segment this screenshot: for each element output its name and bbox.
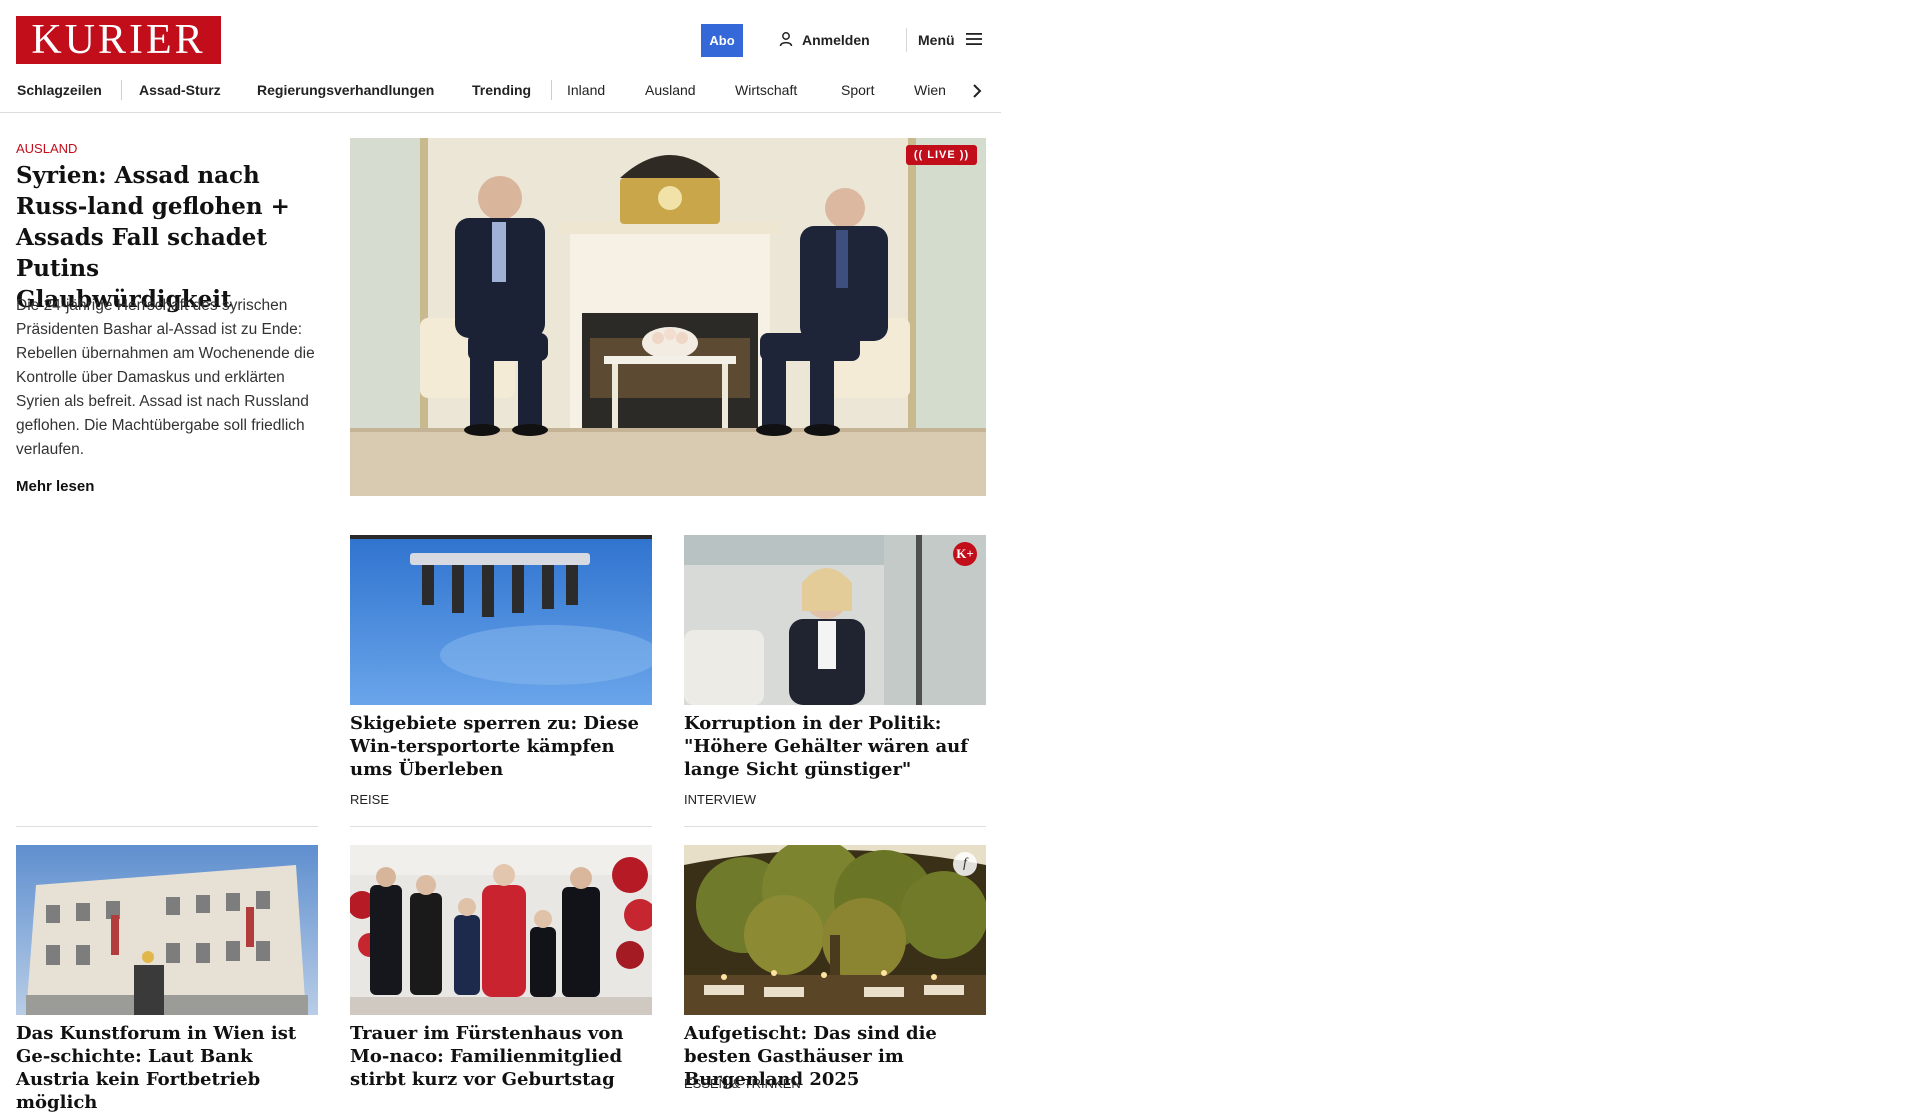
card-category-interview[interactable]: INTERVIEW: [684, 792, 756, 807]
login-button[interactable]: Anmelden: [778, 30, 870, 50]
divider: [16, 826, 318, 827]
nav-item-ausland[interactable]: Ausland: [645, 82, 696, 98]
lead-image[interactable]: [350, 138, 986, 496]
card-category-essen-trinken[interactable]: ESSEN & TRINKEN: [684, 1076, 801, 1091]
divider: [350, 826, 652, 827]
nav-item-sport[interactable]: Sport: [841, 82, 874, 98]
nav-divider: [551, 80, 552, 100]
lead-headline[interactable]: Syrien: Assad nach Russ-land geflohen + …: [16, 160, 316, 315]
lead-description: Die 24-jährige Herrschaft des syrischen …: [16, 297, 315, 458]
card-headline-kunstforum[interactable]: Das Kunstforum in Wien ist Ge-schichte: …: [16, 1022, 318, 1114]
kplus-badge-icon: K+: [953, 542, 977, 566]
login-label: Anmelden: [802, 32, 870, 48]
divider: [684, 826, 986, 827]
card-category-reise[interactable]: REISE: [350, 792, 389, 807]
lead-kicker[interactable]: AUSLAND: [16, 141, 77, 156]
hamburger-icon: [965, 32, 983, 49]
nav-item-regierungsverhandlungen[interactable]: Regierungsverhandlungen: [257, 82, 434, 98]
card-image-gasthaeuser[interactable]: [684, 845, 986, 1015]
menu-label: Menü: [918, 32, 955, 48]
read-more-link[interactable]: Mehr lesen: [16, 478, 94, 495]
nav-item-assad-sturz[interactable]: Assad-Sturz: [139, 82, 221, 98]
card-image-interview[interactable]: [684, 535, 986, 705]
card-image-ski[interactable]: [350, 535, 652, 705]
header-divider: [906, 28, 907, 52]
chevron-right-icon[interactable]: [966, 78, 988, 104]
nav-item-wirtschaft[interactable]: Wirtschaft: [735, 82, 797, 98]
user-icon: [778, 31, 794, 50]
nav-item-trending[interactable]: Trending: [472, 82, 531, 98]
nav-item-inland[interactable]: Inland: [567, 82, 605, 98]
logo-text: KURIER: [31, 17, 206, 63]
card-headline-korruption[interactable]: Korruption in der Politik: "Höhere Gehäl…: [684, 712, 986, 781]
card-headline-monaco[interactable]: Trauer im Fürstenhaus von Mo-naco: Famil…: [350, 1022, 652, 1091]
card-image-monaco[interactable]: [350, 845, 652, 1015]
card-image-kunstforum[interactable]: [16, 845, 318, 1015]
kurier-logo[interactable]: KURIER: [16, 16, 221, 64]
nav-divider: [121, 80, 122, 100]
card-headline-ski[interactable]: Skigebiete sperren zu: Diese Win-terspor…: [350, 712, 652, 781]
nav-item-schlagzeilen[interactable]: Schlagzeilen: [17, 82, 102, 98]
page: KURIER Abo Anmelden Menü Schlagzeilen As…: [0, 0, 1001, 1113]
section-nav: Schlagzeilen Assad-Sturz Regierungsverha…: [0, 72, 1001, 113]
nav-item-wien[interactable]: Wien: [914, 82, 946, 98]
live-badge: (( LIVE )): [906, 145, 977, 165]
genuss-badge-icon: f: [953, 852, 977, 876]
abo-button[interactable]: Abo: [701, 24, 743, 57]
menu-button[interactable]: Menü: [918, 30, 983, 50]
